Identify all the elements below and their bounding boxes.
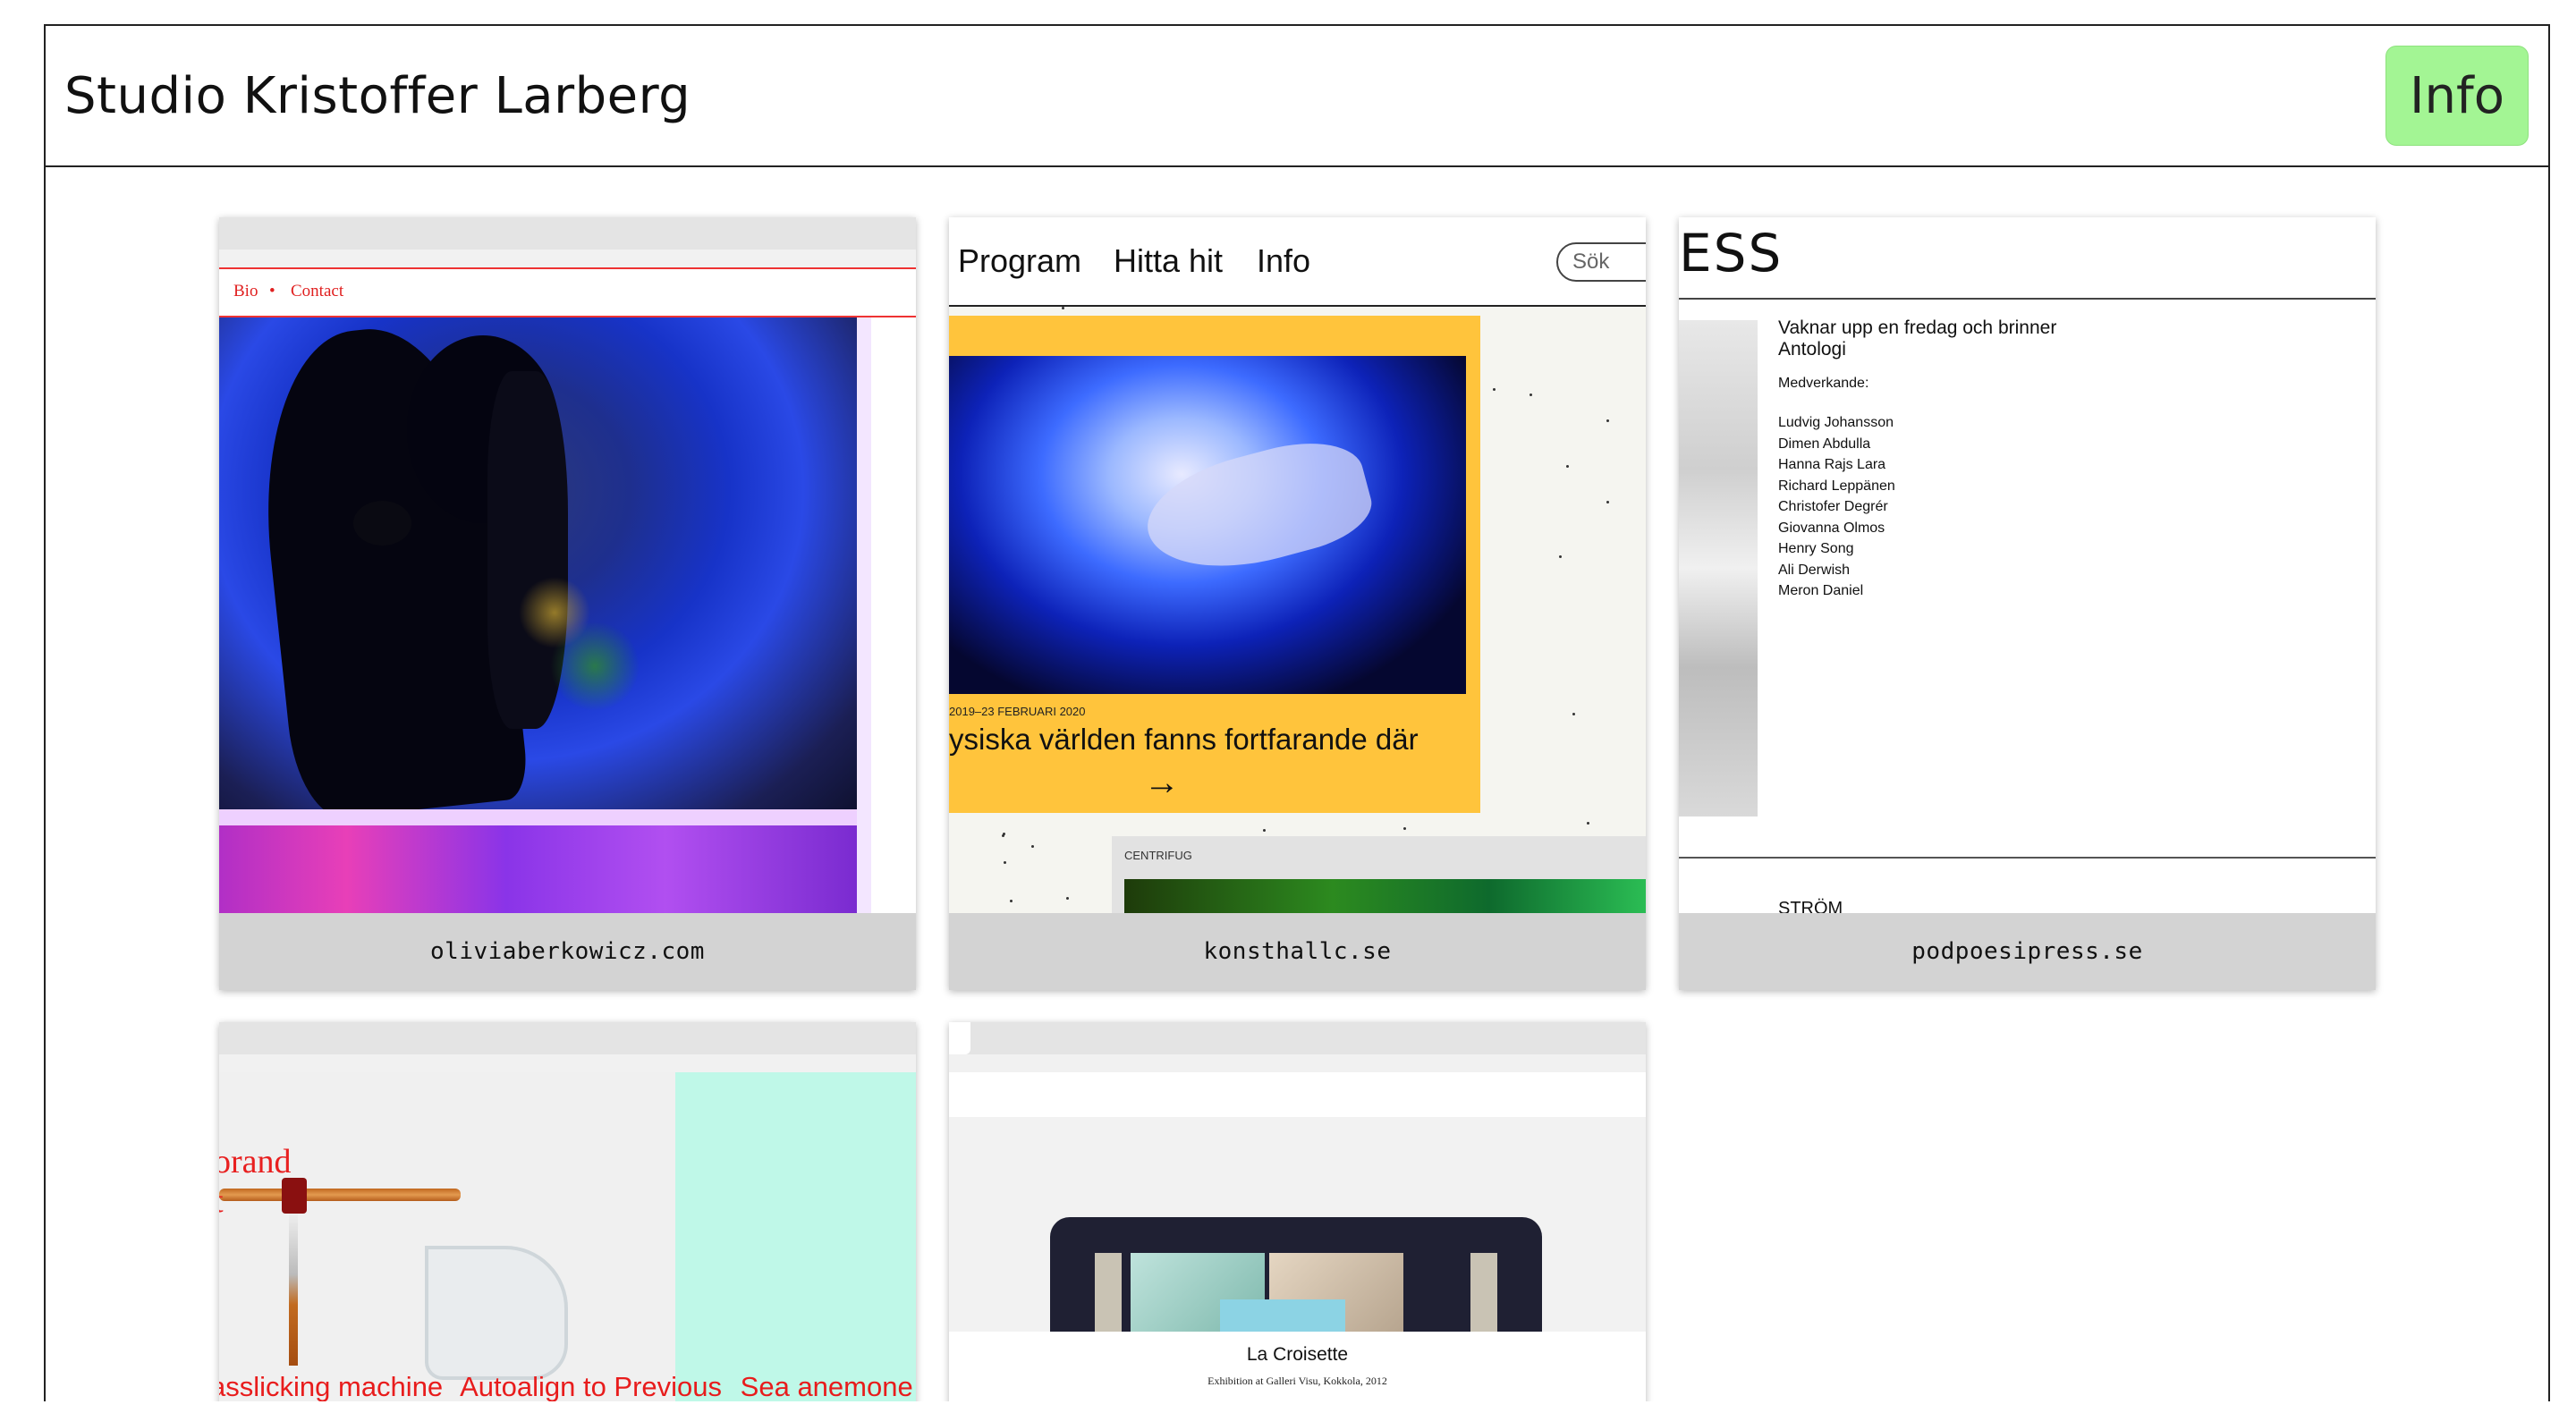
project-card-4[interactable]: orand t asslicking machine Autoalign to … [219, 1022, 916, 1401]
mint-panel [675, 1072, 916, 1401]
site-title[interactable]: Studio Kristoffer Larberg [64, 67, 691, 125]
event-date: 2019–23 FEBRUARI 2020 [949, 705, 1086, 718]
nav-contact: Contact [291, 282, 344, 300]
info-button[interactable]: Info [2385, 46, 2529, 146]
list-item: Henry Song [1778, 541, 1854, 556]
project-screenshot: Program Hitta hit Info Sök 2019–23 FEBRU… [949, 217, 1646, 913]
nav-bio: Bio [233, 282, 258, 300]
arrow-right-icon: → [1144, 763, 1180, 802]
project-card-podpoesipress[interactable]: ESS Vaknar upp en fredag och brinner Ant… [1679, 217, 2376, 990]
link-asslicking-machine: asslicking machine [219, 1371, 444, 1401]
box-label: CENTRIFUG [1124, 849, 1192, 862]
nav-program: Program [958, 242, 1082, 279]
browser-bar [219, 1022, 916, 1054]
speckle [1066, 897, 1069, 900]
speckle [1263, 829, 1266, 832]
site-header: Studio Kristoffer Larberg Info [46, 26, 2548, 167]
event-title: ysiska världen fanns fortfarande där [949, 723, 1419, 756]
speckle [1403, 827, 1406, 830]
featured-event: 2019–23 FEBRUARI 2020 ysiska världen fan… [949, 316, 1480, 813]
box-image [1124, 879, 1646, 913]
speckle [1572, 713, 1575, 715]
site-nav: Program Hitta hit Info Sök [949, 217, 1646, 307]
list-item: Dimen Abdulla [1778, 436, 1871, 452]
nav-info: Info [1257, 242, 1311, 279]
project-card-oliviaberkowicz[interactable]: Bio • Contact oliviaberkowicz.com [219, 217, 916, 990]
link-autoalign: Autoalign to Previous [460, 1371, 723, 1401]
roses-photo [219, 825, 857, 913]
performer-photo [219, 317, 857, 823]
project-heading: orand t [219, 1143, 292, 1220]
text-column [871, 317, 916, 913]
list-item: Ali Derwish [1778, 562, 1851, 578]
speckle [1587, 822, 1589, 825]
event-image [949, 356, 1466, 694]
project-screenshot: orand t asslicking machine Autoalign to … [219, 1022, 916, 1401]
project-caption[interactable]: konsthallc.se [949, 913, 1646, 990]
list-item: Meron Daniel [1778, 583, 1864, 598]
link-sea-anemone: Sea anemone [740, 1371, 913, 1401]
browser-tab-strip [219, 1054, 916, 1072]
search-field: Sök [1556, 242, 1646, 282]
nav-separator: • [269, 282, 275, 300]
speckle [1530, 393, 1532, 396]
speckle [1062, 307, 1064, 309]
speckle [1002, 834, 1004, 837]
project-screenshot: ESS Vaknar upp en fredag och brinner Ant… [1679, 217, 2376, 913]
eyeshadow-palette [1050, 1217, 1542, 1332]
nav-hitta-hit: Hitta hit [1114, 242, 1224, 279]
project-screenshot: La Croisette Exhibition at Galleri Visu,… [949, 1022, 1646, 1401]
speckle [1606, 419, 1609, 422]
list-item: Hanna Rajs Lara [1778, 457, 1886, 472]
microphone [353, 501, 411, 546]
browser-tab-strip [949, 1054, 1646, 1072]
project-card-konsthallc[interactable]: Program Hitta hit Info Sök 2019–23 FEBRU… [949, 217, 1646, 990]
speckle [1493, 388, 1496, 391]
site-nav: Bio • Contact [219, 267, 916, 317]
list-item: Christofer Degrér [1778, 499, 1888, 514]
list-item: Richard Leppänen [1778, 478, 1895, 494]
list-item: Giovanna Olmos [1778, 520, 1885, 536]
project-caption[interactable]: podpoesipress.se [1679, 913, 2376, 990]
speckle [1031, 845, 1034, 848]
speckle [1004, 861, 1006, 864]
site-header: ESS [1679, 217, 2376, 300]
speckle [1559, 555, 1562, 558]
contributors-label: Medverkande: [1778, 376, 1869, 391]
project-card-5[interactable]: La Croisette Exhibition at Galleri Visu,… [949, 1022, 1646, 1401]
site-logo: ESS [1679, 223, 1784, 283]
speckle [1010, 900, 1013, 902]
browser-tab-strip [219, 250, 916, 267]
book-photo [1679, 320, 1758, 816]
project-title: La Croisette [1246, 1344, 1349, 1365]
browser-bar [219, 217, 916, 250]
divider [1679, 857, 2376, 859]
contributors-list: Ludvig Johansson Dimen Abdulla Hanna Raj… [1778, 412, 1895, 602]
project-screenshot: Bio • Contact [219, 217, 916, 913]
next-title: STRÖM [1778, 899, 1843, 913]
project-links: asslicking machine Autoalign to Previous… [219, 1371, 916, 1401]
speckle [1606, 501, 1609, 503]
project-subtitle: Exhibition at Galleri Visu, Kokkola, 201… [1208, 1375, 1387, 1387]
book-type: Antologi [1778, 339, 1846, 360]
centrifug-box: CENTRIFUG [1112, 836, 1646, 913]
list-item: Ludvig Johansson [1778, 415, 1894, 430]
project-caption[interactable]: oliviaberkowicz.com [219, 913, 916, 990]
page-frame: Studio Kristoffer Larberg Info Bio • Con… [44, 24, 2550, 1401]
speckle [1566, 465, 1569, 468]
browser-bar [949, 1022, 1646, 1054]
book-title: Vaknar upp en fredag och brinner [1778, 317, 2057, 338]
